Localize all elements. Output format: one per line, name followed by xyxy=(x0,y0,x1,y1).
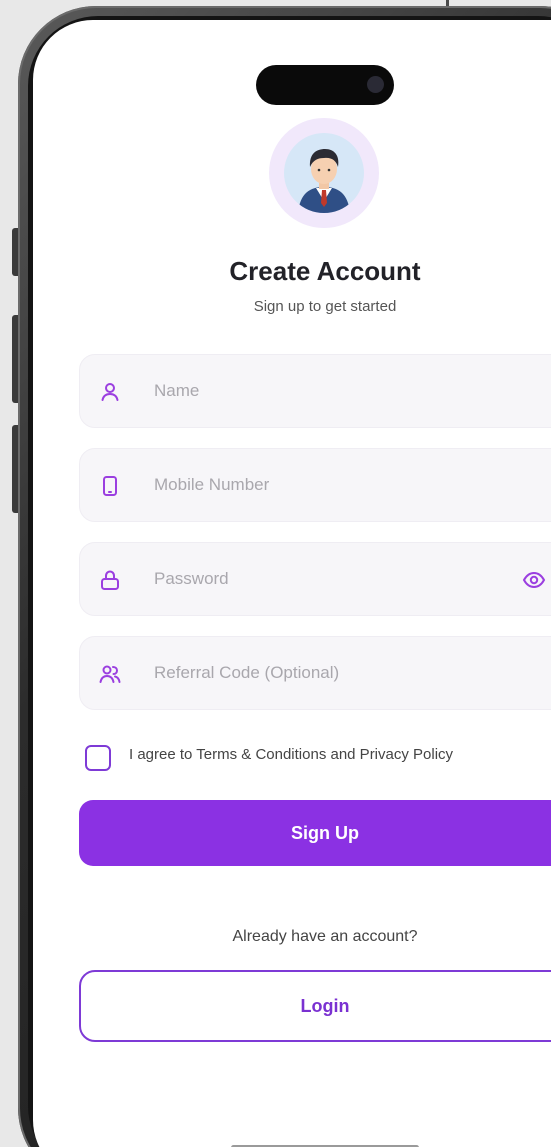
signup-screen: Create Account Sign up to get started Na… xyxy=(33,20,551,1147)
name-input[interactable] xyxy=(154,381,514,401)
device-stage: Create Account Sign up to get started Na… xyxy=(0,0,551,1147)
eye-icon[interactable] xyxy=(522,569,546,591)
referral-field[interactable] xyxy=(79,636,551,710)
page-subtitle: Sign up to get started xyxy=(253,298,397,315)
password-field[interactable] xyxy=(79,542,551,616)
user-icon xyxy=(98,380,122,404)
dynamic-island xyxy=(256,65,394,105)
phone-icon xyxy=(98,474,122,498)
lock-icon xyxy=(98,568,122,592)
already-have-account-text: Already have an account? xyxy=(232,928,418,945)
avatar-icon xyxy=(284,133,364,213)
name-field[interactable] xyxy=(79,354,551,428)
users-icon xyxy=(98,662,122,686)
avatar xyxy=(269,118,379,228)
camera-icon xyxy=(367,76,384,93)
mobile-field[interactable] xyxy=(79,448,551,522)
terms-label[interactable]: I agree to Terms & Conditions and Privac… xyxy=(129,746,453,763)
signup-button[interactable]: Sign Up xyxy=(79,800,551,866)
mobile-input[interactable] xyxy=(154,475,514,495)
terms-checkbox[interactable] xyxy=(85,745,111,771)
page-title: Create Account xyxy=(229,256,421,286)
referral-input[interactable] xyxy=(154,663,514,683)
login-button[interactable]: Login xyxy=(79,970,551,1042)
password-input[interactable] xyxy=(154,569,514,589)
